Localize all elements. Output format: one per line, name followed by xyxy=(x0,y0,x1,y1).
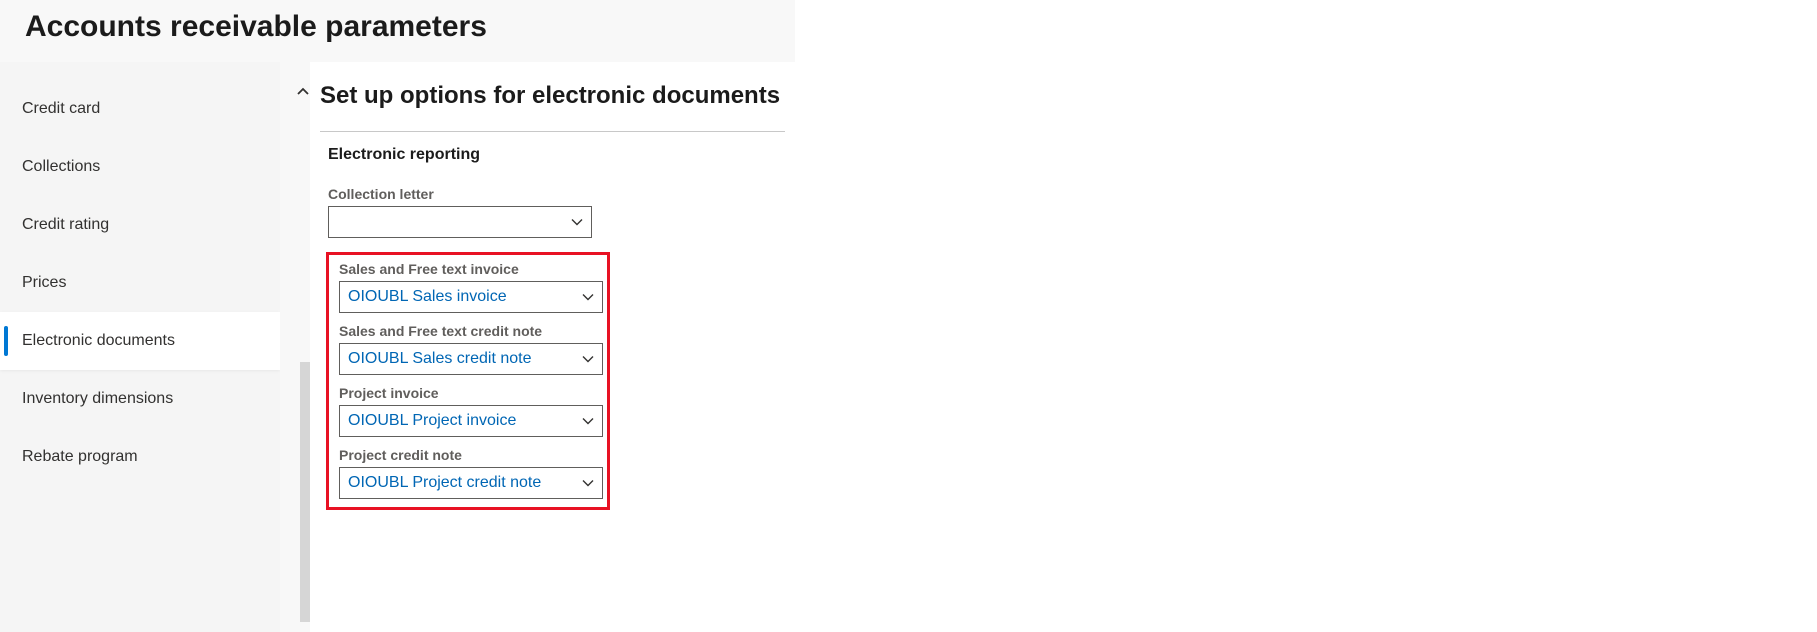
sidebar-item-label: Collections xyxy=(22,158,100,175)
sidebar-item-prices[interactable]: Prices xyxy=(0,254,280,312)
field-project-invoice: Project invoice OIOUBL Project invoice xyxy=(339,385,597,437)
project-invoice-dropdown[interactable]: OIOUBL Project invoice xyxy=(339,405,603,437)
highlight-box: Sales and Free text invoice OIOUBL Sales… xyxy=(326,252,610,510)
layout: Credit card Collections Credit rating Pr… xyxy=(0,62,795,632)
fields-wrap: Collection letter Sales and Free text in… xyxy=(328,186,785,510)
sidebar-nav: Credit card Collections Credit rating Pr… xyxy=(0,62,280,632)
dropdown-value: OIOUBL Sales invoice xyxy=(340,288,574,306)
page-title: Accounts receivable parameters xyxy=(25,10,770,44)
page-header: Accounts receivable parameters xyxy=(0,0,795,62)
sidebar-item-label: Credit rating xyxy=(22,216,109,233)
field-collection-letter: Collection letter xyxy=(328,186,785,238)
chevron-down-icon xyxy=(574,344,602,374)
sidebar-item-label: Electronic documents xyxy=(22,332,175,349)
section-title: Set up options for electronic documents xyxy=(320,82,780,111)
chevron-up-icon[interactable] xyxy=(294,86,312,100)
field-label: Collection letter xyxy=(328,186,785,202)
chevron-down-icon xyxy=(563,207,591,237)
sidebar-item-label: Credit card xyxy=(22,100,100,117)
project-credit-note-dropdown[interactable]: OIOUBL Project credit note xyxy=(339,467,603,499)
field-project-credit-note: Project credit note OIOUBL Project credi… xyxy=(339,447,597,499)
section-header: Set up options for electronic documents xyxy=(320,82,785,132)
content-gutter xyxy=(280,62,310,632)
chevron-down-icon xyxy=(574,406,602,436)
field-sales-free-text-credit-note: Sales and Free text credit note OIOUBL S… xyxy=(339,323,597,375)
sidebar-item-rebate-program[interactable]: Rebate program xyxy=(0,428,280,486)
field-label: Sales and Free text credit note xyxy=(339,323,597,339)
dropdown-value: OIOUBL Project invoice xyxy=(340,412,574,430)
field-label: Project credit note xyxy=(339,447,597,463)
sidebar-item-label: Prices xyxy=(22,274,66,291)
chevron-down-icon xyxy=(574,282,602,312)
field-label: Project invoice xyxy=(339,385,597,401)
sales-free-text-invoice-dropdown[interactable]: OIOUBL Sales invoice xyxy=(339,281,603,313)
dropdown-value: OIOUBL Project credit note xyxy=(340,474,574,492)
sidebar-item-inventory-dimensions[interactable]: Inventory dimensions xyxy=(0,370,280,428)
sidebar-item-label: Inventory dimensions xyxy=(22,390,173,407)
field-label: Sales and Free text invoice xyxy=(339,261,597,277)
chevron-down-icon xyxy=(574,468,602,498)
sidebar-item-credit-card[interactable]: Credit card xyxy=(0,80,280,138)
sidebar-item-collections[interactable]: Collections xyxy=(0,138,280,196)
sidebar-item-label: Rebate program xyxy=(22,448,138,465)
collection-letter-dropdown[interactable] xyxy=(328,206,592,238)
sales-free-text-credit-note-dropdown[interactable]: OIOUBL Sales credit note xyxy=(339,343,603,375)
dropdown-value: OIOUBL Sales credit note xyxy=(340,350,574,368)
content-panel: Set up options for electronic documents … xyxy=(310,62,795,632)
sidebar-item-electronic-documents[interactable]: Electronic documents xyxy=(0,312,280,370)
group-title: Electronic reporting xyxy=(328,146,785,164)
sidebar-item-credit-rating[interactable]: Credit rating xyxy=(0,196,280,254)
field-sales-free-text-invoice: Sales and Free text invoice OIOUBL Sales… xyxy=(339,261,597,313)
